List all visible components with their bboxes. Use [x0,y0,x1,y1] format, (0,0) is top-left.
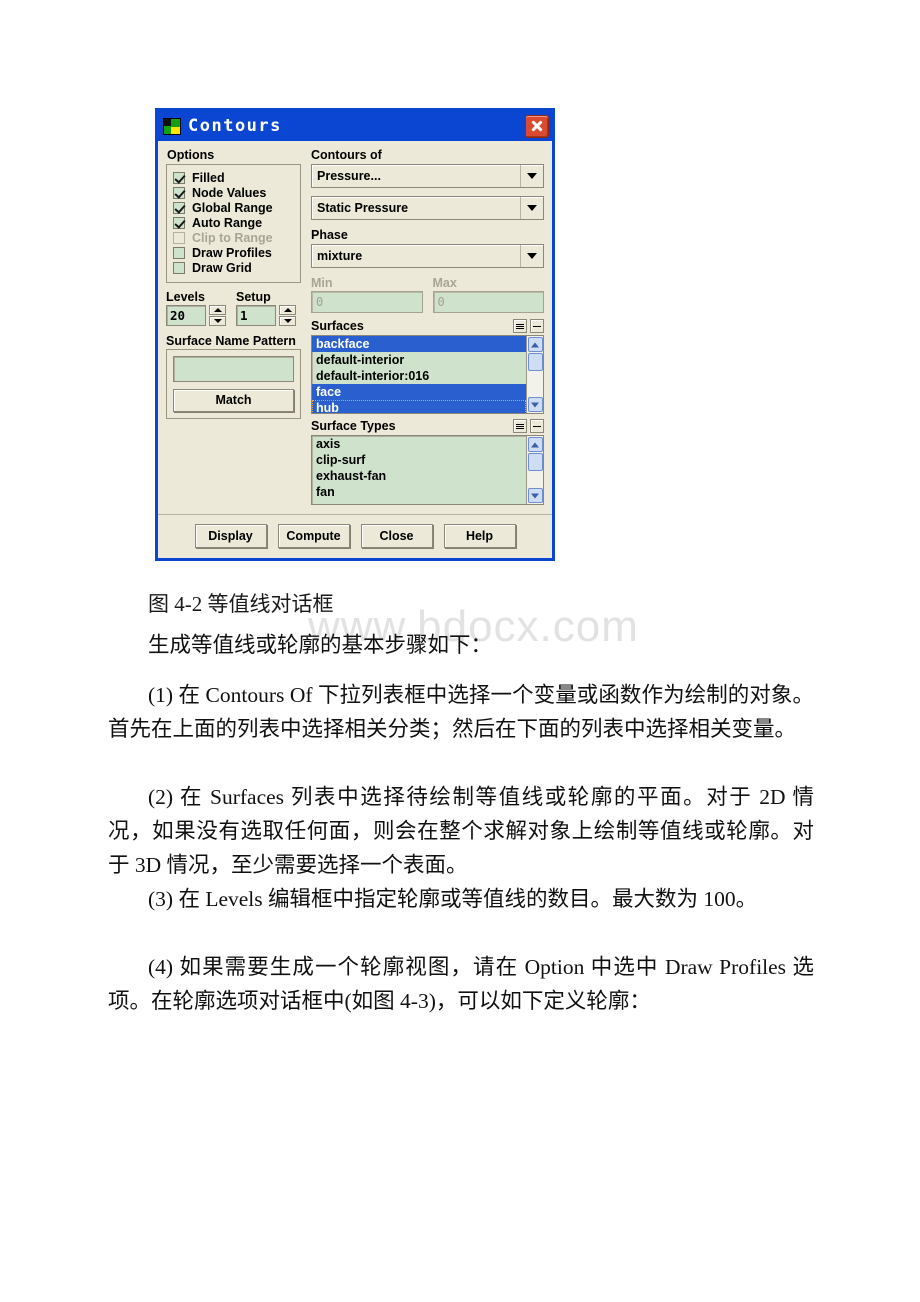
option-label: Draw Grid [192,261,252,275]
step-paragraph-4: (4) 如果需要生成一个轮廓视图，请在 Option 中选中 Draw Prof… [108,955,814,1013]
chevron-down-icon[interactable] [520,245,543,267]
step-paragraph-3: (3) 在 Levels 编辑框中指定轮廓或等值线的数目。最大数为 100。 [148,887,758,911]
levels-decrement-icon[interactable] [209,316,226,326]
surfaces-scrollbar[interactable] [526,336,543,413]
surface-name-pattern-input[interactable] [173,356,294,382]
list-item[interactable]: default-interior:016 [312,368,526,384]
levels-input[interactable]: 20 [166,305,206,326]
figure-caption: 图 4-2 等值线对话框 [148,592,334,616]
max-label: Max [432,276,457,290]
max-input: 0 [432,291,544,313]
checkbox-clip-to-range [173,232,185,244]
surfaces-listbox[interactable]: backface default-interior default-interi… [311,335,544,414]
chevron-down-icon[interactable] [520,197,543,219]
option-clip-to-range: Clip to Range [173,231,294,245]
phase-label: Phase [311,228,348,242]
intro-paragraph: 生成等值线或轮廓的基本步骤如下： [148,633,493,657]
dialog-button-row: Display Compute Close Help [158,515,552,558]
step-paragraph-2: (2) 在 Surfaces 列表中选择待绘制等值线或轮廓的平面。对于 2D 情… [108,785,814,877]
options-group-label: Options [167,148,215,162]
scroll-down-icon[interactable] [527,397,543,412]
setup-label: Setup [236,290,271,304]
chevron-down-icon[interactable] [520,165,543,187]
scroll-up-icon[interactable] [527,337,543,352]
scrollbar-thumb[interactable] [527,353,543,371]
checkbox-filled[interactable] [173,172,185,184]
contours-dialog: Contours Options Filled Node Values Glob… [155,108,555,561]
option-filled[interactable]: Filled [173,171,294,185]
checkbox-global-range[interactable] [173,202,185,214]
list-item[interactable]: axis [312,436,526,452]
scrollbar-thumb[interactable] [527,453,543,471]
option-label: Auto Range [192,216,263,230]
list-item[interactable]: clip-surf [312,452,526,468]
match-button[interactable]: Match [173,389,294,412]
help-button[interactable]: Help [443,524,516,548]
list-item[interactable]: default-interior [312,352,526,368]
contours-of-label: Contours of [311,148,382,162]
list-item[interactable]: backface [312,336,526,352]
option-node-values[interactable]: Node Values [173,186,294,200]
dialog-titlebar[interactable]: Contours [158,111,552,141]
surface-types-label: Surface Types [311,419,396,433]
close-button[interactable]: Close [360,524,433,548]
fluent-app-icon [163,117,181,135]
setup-increment-icon[interactable] [279,305,296,315]
scrollbar-track[interactable] [527,371,543,396]
min-label: Min [311,276,333,290]
surface-types-listbox[interactable]: axis clip-surf exhaust-fan fan [311,435,544,505]
surfaces-label: Surfaces [311,319,364,333]
option-label: Global Range [192,201,273,215]
surface-name-pattern-group: Match [166,349,301,419]
levels-label: Levels [166,290,205,304]
option-label: Filled [192,171,225,185]
option-global-range[interactable]: Global Range [173,201,294,215]
setup-input[interactable]: 1 [236,305,276,326]
scroll-down-icon[interactable] [527,488,543,503]
contours-of-variable-dropdown[interactable]: Static Pressure [311,196,544,220]
option-label: Clip to Range [192,231,273,245]
option-draw-profiles[interactable]: Draw Profiles [173,246,294,260]
compute-button[interactable]: Compute [277,524,350,548]
scroll-up-icon[interactable] [527,437,543,452]
dropdown-value: Pressure... [317,169,381,183]
option-draw-grid[interactable]: Draw Grid [173,261,294,275]
surfaces-list-menu-icon[interactable] [513,319,527,333]
contours-of-category-dropdown[interactable]: Pressure... [311,164,544,188]
list-item[interactable]: exhaust-fan [312,468,526,484]
step-paragraph-1: (1) 在 Contours Of 下拉列表框中选择一个变量或函数作为绘制的对象… [108,683,814,741]
setup-decrement-icon[interactable] [279,316,296,326]
list-item[interactable]: face [312,384,526,400]
close-icon[interactable] [525,114,549,138]
checkbox-draw-grid[interactable] [173,262,185,274]
list-item[interactable]: hub [312,400,526,413]
options-group: Filled Node Values Global Range Auto Ran… [166,164,301,283]
option-label: Node Values [192,186,267,200]
list-item[interactable]: fan [312,484,526,500]
checkbox-node-values[interactable] [173,187,185,199]
dialog-title: Contours [188,116,282,136]
checkbox-draw-profiles[interactable] [173,247,185,259]
levels-increment-icon[interactable] [209,305,226,315]
surface-types-list-equal-icon[interactable] [530,419,544,433]
dropdown-value: mixture [317,249,363,263]
scrollbar-track[interactable] [527,471,543,487]
phase-dropdown[interactable]: mixture [311,244,544,268]
surface-types-list-menu-icon[interactable] [513,419,527,433]
checkbox-auto-range[interactable] [173,217,185,229]
surface-name-pattern-label: Surface Name Pattern [166,334,296,348]
dropdown-value: Static Pressure [317,201,409,215]
min-input: 0 [311,291,423,313]
surfaces-list-equal-icon[interactable] [530,319,544,333]
display-button[interactable]: Display [194,524,267,548]
surface-types-scrollbar[interactable] [526,436,543,504]
option-auto-range[interactable]: Auto Range [173,216,294,230]
option-label: Draw Profiles [192,246,272,260]
